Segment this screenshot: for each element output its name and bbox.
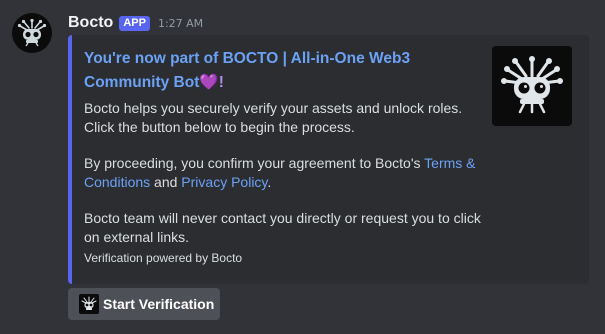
- agreement-text-suffix: .: [267, 173, 272, 190]
- bocto-thumbnail-icon[interactable]: [492, 46, 572, 126]
- embed-title-text: You're now part of BOCTO | All-in-One We…: [84, 50, 411, 91]
- embed-title: You're now part of BOCTO | All-in-One We…: [84, 47, 484, 95]
- embed-footer: Verification powered by Bocto: [84, 251, 243, 265]
- embed-description: Bocto helps you securely verify your ass…: [84, 99, 484, 264]
- chat-message: Bocto APP 1:27 AM You're now part of BOC…: [0, 0, 605, 334]
- verification-embed: You're now part of BOCTO | All-in-One We…: [68, 35, 589, 284]
- message-timestamp: 1:27 AM: [157, 16, 204, 30]
- privacy-policy-link[interactable]: Privacy Policy: [181, 174, 267, 190]
- start-verification-button[interactable]: Start Verification: [68, 288, 220, 320]
- embed-paragraph-agreement: By proceeding, you confirm your agreemen…: [84, 154, 484, 191]
- agreement-text-prefix: By proceeding, you confirm your agreemen…: [84, 155, 425, 171]
- start-verification-label: Start Verification: [103, 296, 215, 312]
- embed-paragraph-intro: Bocto helps you securely verify your ass…: [84, 100, 463, 135]
- agreement-text-and: and: [150, 173, 182, 190]
- bocto-avatar-icon[interactable]: [12, 13, 52, 53]
- bocto-button-icon: [79, 294, 99, 314]
- author-name[interactable]: Bocto: [68, 14, 113, 32]
- message-header: Bocto APP 1:27 AM: [68, 12, 203, 34]
- purple-heart-emoji: 💜!: [199, 74, 224, 91]
- embed-paragraph-warning: Bocto team will never contact you direct…: [84, 210, 481, 245]
- app-badge: APP: [119, 15, 150, 31]
